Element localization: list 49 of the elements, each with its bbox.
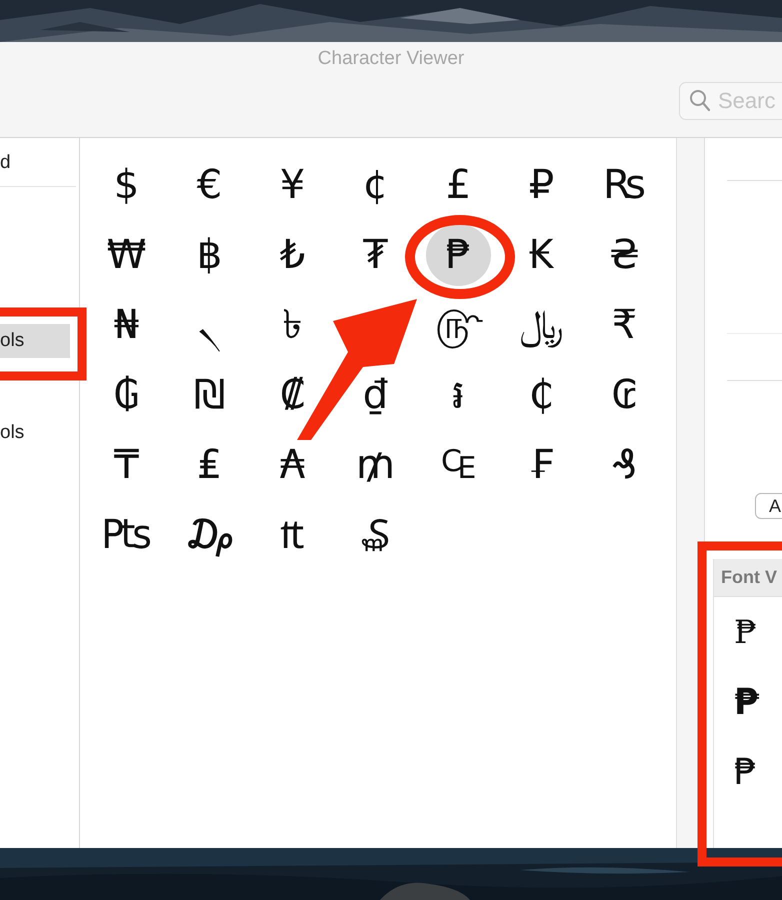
character-cell[interactable]: ₴ (609, 228, 640, 282)
character-cell[interactable]: ₨ (603, 158, 646, 212)
character-cell[interactable]: € (196, 158, 222, 212)
character-cell[interactable]: ₩ (106, 228, 146, 282)
character-cell[interactable]: ৳ (282, 298, 302, 352)
character-cell[interactable]: ₥ (356, 438, 395, 492)
character-cell[interactable]: ₯ (184, 508, 235, 562)
character-cell[interactable]: ₱ (426, 224, 492, 286)
sidebar-item[interactable]: ols (0, 416, 36, 450)
character-cell[interactable]: ₽ (528, 158, 554, 212)
character-cell[interactable]: ₶ (280, 508, 305, 562)
font-variant-glyph[interactable]: ₱ (714, 597, 782, 667)
character-cell[interactable]: ฿ (196, 228, 222, 282)
character-cell[interactable]: ₹ (612, 298, 638, 352)
character-cell[interactable]: ₭ (528, 228, 554, 282)
character-cell[interactable]: ₲ (114, 368, 140, 422)
character-cell[interactable]: ₷ (361, 508, 390, 562)
window-title: Character Viewer (316, 47, 466, 70)
character-cell[interactable]: ₰ (612, 438, 638, 492)
font-variant-glyph[interactable]: ₱ (714, 737, 782, 807)
character-cell[interactable]: ₠ (440, 438, 476, 492)
details-button[interactable]: A (755, 493, 782, 519)
panel-header: Font V (714, 559, 782, 597)
scrollbar-track[interactable] (676, 138, 705, 848)
character-cell[interactable]: ₺ (280, 228, 306, 282)
character-cell[interactable]: ₵ (528, 368, 554, 422)
character-cell[interactable]: ₤ (196, 438, 222, 492)
character-cell[interactable]: ₪ (194, 368, 226, 422)
character-cell[interactable]: £ (446, 158, 472, 212)
character-cell[interactable]: ₢ (612, 368, 638, 422)
sidebar-item[interactable]: ols (0, 324, 70, 358)
search-icon (689, 89, 711, 113)
character-cell[interactable]: ৲ (198, 298, 222, 352)
character-cell[interactable]: ﷼ (520, 298, 564, 352)
character-cell[interactable]: ₦ (114, 298, 140, 352)
character-cell[interactable]: ₳ (280, 438, 306, 492)
character-cell[interactable]: $ (114, 158, 140, 212)
character-cell[interactable]: ៛ (452, 368, 465, 422)
character-cell[interactable]: ₸ (114, 438, 140, 492)
character-cell[interactable]: ₧ (101, 508, 152, 562)
character-cell[interactable]: ₮ (362, 228, 388, 282)
character-cell[interactable]: ¥ (280, 158, 306, 212)
character-cell[interactable]: ₫ (362, 368, 388, 422)
character-cell[interactable]: ₡ (280, 368, 306, 422)
character-cell[interactable]: ¢ (362, 158, 388, 212)
character-cell[interactable]: ₣ (528, 438, 554, 492)
character-cell[interactable]: ௹ (434, 298, 482, 352)
font-variant-glyph[interactable]: ₱ (714, 667, 782, 737)
sidebar-item[interactable]: d (0, 146, 23, 180)
